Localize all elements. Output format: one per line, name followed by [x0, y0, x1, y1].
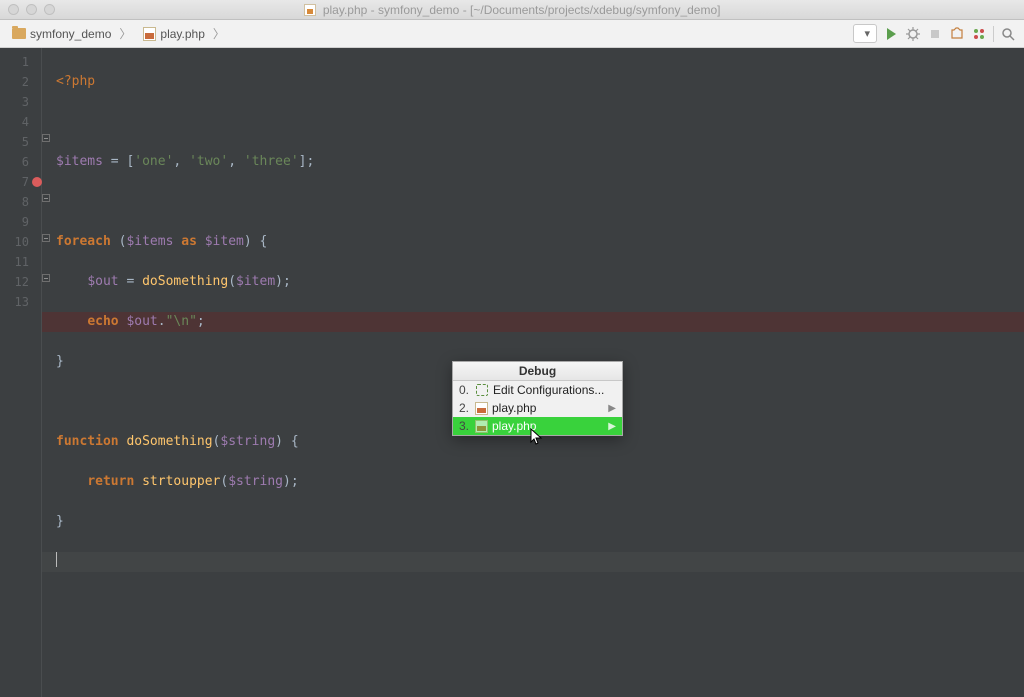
- window-controls[interactable]: [8, 4, 55, 15]
- popup-item-playphp-2[interactable]: 3. play.php ▶: [453, 417, 622, 435]
- line-number[interactable]: 5: [0, 132, 41, 152]
- line-number[interactable]: 2: [0, 72, 41, 92]
- run-button[interactable]: [883, 26, 899, 42]
- breakpoint-icon[interactable]: [32, 177, 42, 187]
- popup-item-label: play.php: [492, 419, 536, 433]
- debug-button[interactable]: [905, 26, 921, 42]
- line-number[interactable]: 6: [0, 152, 41, 172]
- window-title-text: play.php - symfony_demo - [~/Documents/p…: [323, 3, 721, 17]
- debug-popup: Debug 0. Edit Configurations... 2. play.…: [452, 361, 623, 436]
- titlebar: play.php - symfony_demo - [~/Documents/p…: [0, 0, 1024, 20]
- text-caret: [56, 552, 57, 567]
- popup-item-number: 3.: [459, 419, 471, 433]
- line-number[interactable]: 12: [0, 272, 41, 292]
- breadcrumb-label: play.php: [160, 27, 204, 41]
- file-icon: [304, 4, 316, 16]
- line-number[interactable]: 3: [0, 92, 41, 112]
- line-number[interactable]: 8: [0, 192, 41, 212]
- breadcrumb-file[interactable]: play.php 〉: [139, 23, 229, 44]
- breadcrumb-project[interactable]: symfony_demo 〉: [8, 23, 135, 44]
- window-title: play.php - symfony_demo - [~/Documents/p…: [0, 3, 1024, 17]
- chevron-right-icon: 〉: [119, 25, 131, 42]
- listen-debug-icon[interactable]: [949, 26, 965, 42]
- line-number[interactable]: 7: [0, 172, 41, 192]
- popup-title: Debug: [453, 362, 622, 381]
- run-config-dropdown[interactable]: ▾: [853, 24, 877, 43]
- line-number[interactable]: 10: [0, 232, 41, 252]
- popup-item-number: 2.: [459, 401, 471, 415]
- coverage-icon[interactable]: [971, 26, 987, 42]
- zoom-window-icon[interactable]: [44, 4, 55, 15]
- breadcrumb-label: symfony_demo: [30, 27, 111, 41]
- popup-item-edit-config[interactable]: 0. Edit Configurations...: [453, 381, 622, 399]
- toolbar: ▾: [853, 24, 1016, 43]
- popup-item-label: play.php: [492, 401, 536, 415]
- editor[interactable]: 1 2 3 4 5 6 7 8 9 10 11 12 13 <?php $ite…: [0, 48, 1024, 697]
- config-icon: [475, 383, 489, 397]
- line-number[interactable]: 9: [0, 212, 41, 232]
- popup-item-label: Edit Configurations...: [493, 383, 604, 397]
- minimize-window-icon[interactable]: [26, 4, 37, 15]
- php-file-icon: [475, 420, 488, 433]
- chevron-down-icon: ▾: [864, 27, 870, 40]
- line-number[interactable]: 11: [0, 252, 41, 272]
- popup-item-number: 0.: [459, 383, 471, 397]
- submenu-arrow-icon: ▶: [608, 403, 616, 414]
- stop-button[interactable]: [927, 26, 943, 42]
- line-number[interactable]: 1: [0, 52, 41, 72]
- ide-window: play.php - symfony_demo - [~/Documents/p…: [0, 0, 1024, 697]
- folder-icon: [12, 28, 26, 39]
- php-file-icon: [143, 27, 156, 41]
- submenu-arrow-icon: ▶: [608, 421, 616, 432]
- search-icon[interactable]: [1000, 26, 1016, 42]
- line-number[interactable]: 13: [0, 292, 41, 312]
- separator: [993, 26, 994, 42]
- popup-item-playphp-1[interactable]: 2. play.php ▶: [453, 399, 622, 417]
- line-number[interactable]: 4: [0, 112, 41, 132]
- gutter[interactable]: 1 2 3 4 5 6 7 8 9 10 11 12 13: [0, 48, 42, 697]
- navigation-bar: symfony_demo 〉 play.php 〉 ▾: [0, 20, 1024, 48]
- php-file-icon: [475, 402, 488, 415]
- close-window-icon[interactable]: [8, 4, 19, 15]
- chevron-right-icon: 〉: [213, 25, 225, 42]
- breadcrumbs: symfony_demo 〉 play.php 〉: [8, 23, 229, 44]
